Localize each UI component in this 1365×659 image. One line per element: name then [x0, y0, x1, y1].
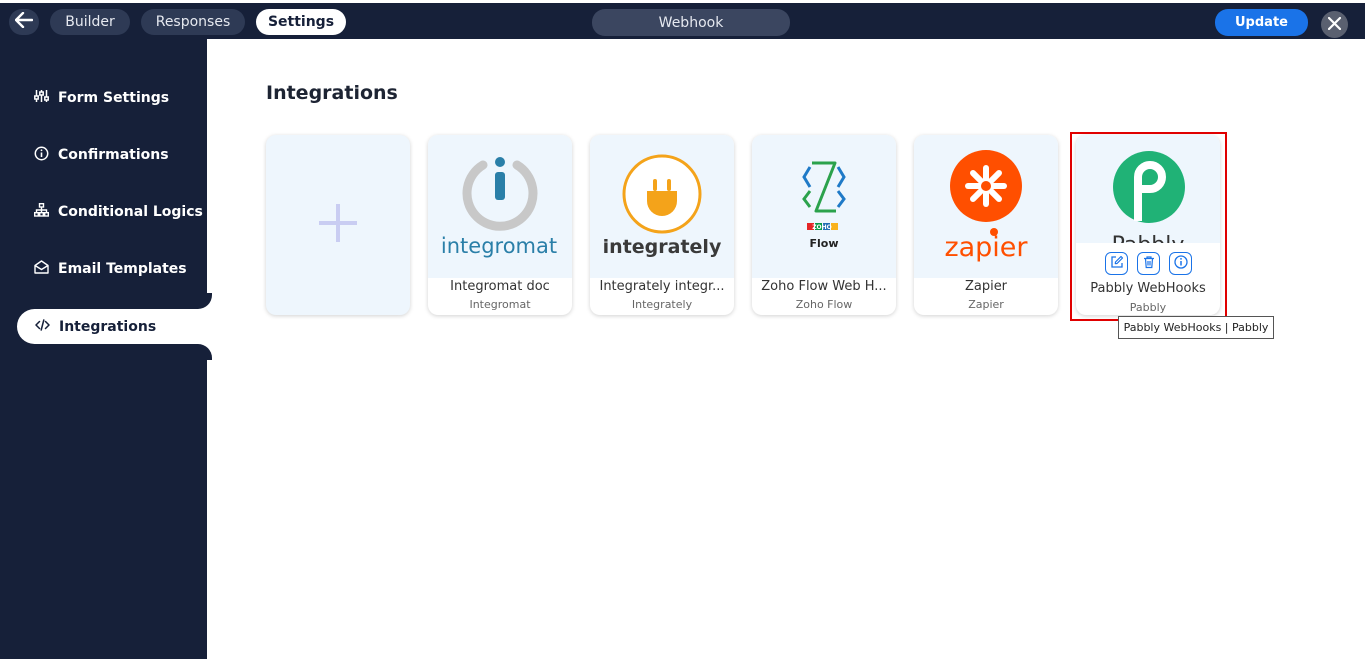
- integration-card-integromat[interactable]: integromat Integromat doc Integromat: [428, 135, 572, 315]
- integration-card-zapier[interactable]: zapier Zapier Zapier: [914, 135, 1058, 315]
- add-integration-card[interactable]: [266, 135, 410, 315]
- back-button[interactable]: [9, 9, 39, 35]
- zapier-logo: zapier: [914, 135, 1058, 278]
- sidebar-item-label: Integrations: [59, 318, 157, 335]
- page-title: Integrations: [266, 82, 398, 104]
- card-subtitle: Integrately: [631, 298, 693, 311]
- sliders-icon: [34, 89, 58, 107]
- zoho-logo-text: ZOHO: [812, 224, 832, 231]
- sidebar-item-label: Email Templates: [58, 261, 187, 277]
- sidebar-item-integrations[interactable]: Integrations: [17, 309, 212, 344]
- integromat-logo: integromat: [428, 135, 572, 278]
- integrately-logo: integrately: [590, 135, 734, 278]
- zoho-flow-logo-text: Flow: [809, 237, 838, 250]
- top-bar: Builder Responses Settings Webhook Updat…: [0, 0, 1365, 39]
- integration-card-integrately[interactable]: integrately Integrately integr... Integr…: [590, 135, 734, 315]
- sidebar-item-email-templates[interactable]: Email Templates: [34, 258, 187, 280]
- arrow-left-icon: [14, 11, 34, 32]
- integration-card-zoho-flow[interactable]: ZOHO Flow Zoho Flow Web H... Zoho Flow: [752, 135, 896, 315]
- tab-builder[interactable]: Builder: [50, 9, 130, 35]
- sidebar-item-form-settings[interactable]: Form Settings: [34, 87, 169, 109]
- sidebar-item-confirmations[interactable]: Confirmations: [34, 144, 169, 166]
- info-circle-icon: [34, 146, 58, 165]
- zoho-flow-logo: ZOHO Flow: [752, 135, 896, 278]
- sidebar-active-curve-bottom: [192, 344, 212, 360]
- close-button[interactable]: [1321, 11, 1348, 38]
- sidebar-item-conditional-logics[interactable]: Conditional Logics: [33, 201, 203, 223]
- sidebar-item-label: Form Settings: [58, 90, 170, 106]
- envelope-open-icon: [34, 260, 58, 278]
- card-title: Integrately integr...: [599, 279, 725, 294]
- tab-responses[interactable]: Responses: [141, 9, 245, 35]
- card-title: Zapier: [964, 279, 1008, 294]
- card-title: Integromat doc: [450, 279, 550, 294]
- tooltip: Pabbly WebHooks | Pabbly: [1118, 316, 1274, 339]
- plus-icon: [317, 202, 359, 248]
- sidebar-item-label: Confirmations: [58, 147, 169, 163]
- sidebar-item-label: Conditional Logics: [58, 204, 203, 220]
- sidebar: [0, 39, 207, 659]
- form-title[interactable]: Webhook: [592, 9, 790, 36]
- integrately-logo-text: integrately: [603, 236, 722, 258]
- card-title: Zoho Flow Web H...: [761, 279, 887, 294]
- code-icon: [35, 318, 59, 335]
- tab-settings[interactable]: Settings: [256, 9, 346, 35]
- update-button[interactable]: Update: [1215, 9, 1308, 36]
- zapier-logo-text: zapier: [944, 232, 1028, 263]
- sitemap-icon: [33, 202, 58, 221]
- card-subtitle: Zoho Flow: [795, 298, 853, 311]
- sidebar-active-curve-top: [192, 293, 212, 309]
- integromat-logo-text: integromat: [441, 234, 557, 258]
- card-subtitle: Integromat: [469, 298, 531, 311]
- close-icon: [1327, 15, 1342, 34]
- highlight-box: [1070, 132, 1227, 321]
- card-subtitle: Zapier: [968, 298, 1004, 311]
